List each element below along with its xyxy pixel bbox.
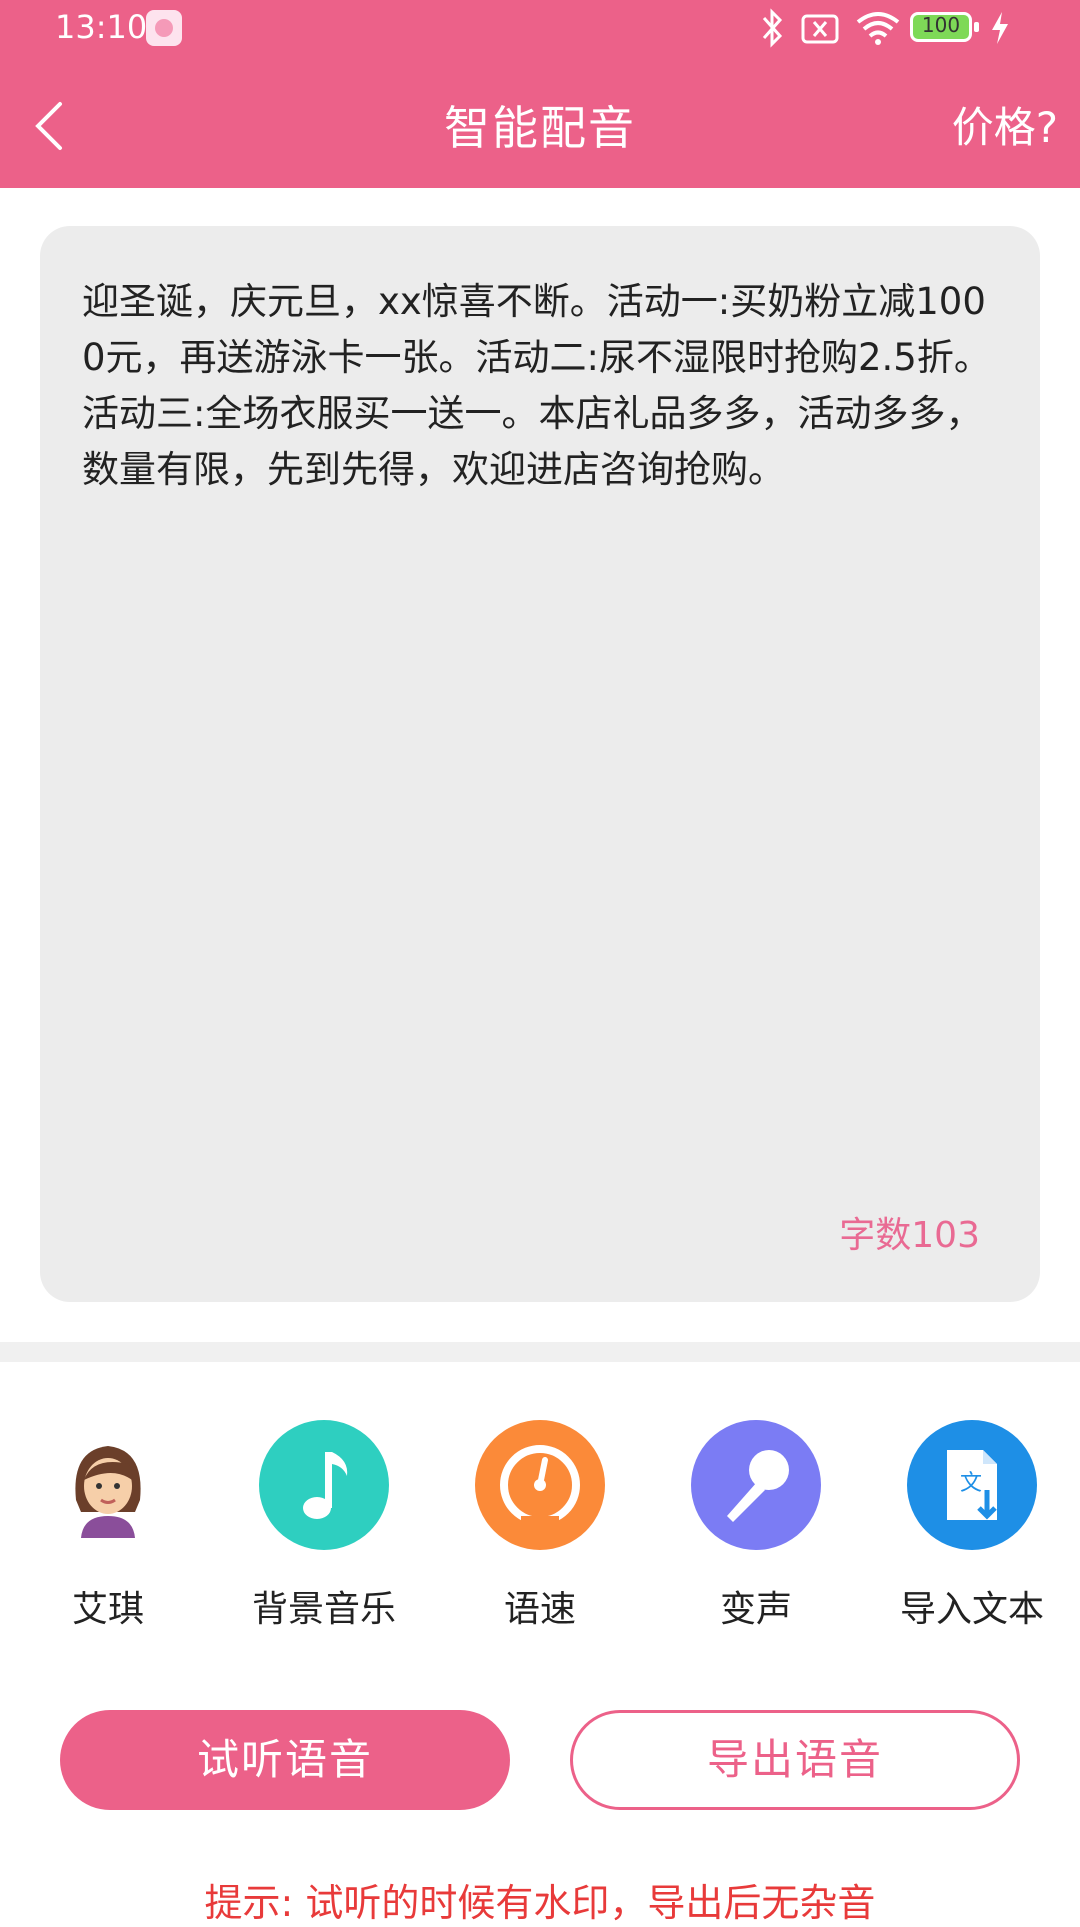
dubbing-text[interactable]: 迎圣诞，庆元旦，xx惊喜不断。活动一:买奶粉立减1000元，再送游泳卡一张。活动… bbox=[82, 274, 1002, 498]
status-time: 13:10 bbox=[55, 8, 148, 46]
battery-tip bbox=[974, 22, 979, 32]
music-note-icon bbox=[259, 1420, 389, 1550]
tool-label-import: 导入文本 bbox=[899, 1589, 1044, 1630]
export-voice-button[interactable]: 导出语音 bbox=[570, 1710, 1020, 1810]
bluetooth-icon bbox=[762, 8, 783, 48]
status-bar: 13:10 100 bbox=[0, 0, 1080, 56]
tool-label-voice: 艾琪 bbox=[71, 1589, 144, 1630]
tool-label-voice-change: 变声 bbox=[719, 1589, 792, 1630]
import-document-icon: 文 bbox=[907, 1420, 1037, 1550]
speedometer-icon bbox=[475, 1420, 605, 1550]
tool-import-text[interactable]: 文 导入文本 bbox=[864, 1420, 1080, 1632]
text-editor-panel[interactable]: 迎圣诞，庆元旦，xx惊喜不断。活动一:买奶粉立减1000元，再送游泳卡一张。活动… bbox=[40, 226, 1040, 1302]
tool-voice-change[interactable]: 变声 bbox=[648, 1420, 864, 1632]
battery-level: 100 bbox=[921, 13, 961, 37]
sim-none-icon bbox=[801, 14, 839, 44]
tool-background-music[interactable]: 背景音乐 bbox=[216, 1420, 432, 1632]
tool-label-music: 背景音乐 bbox=[251, 1589, 396, 1630]
char-count: 字数103 bbox=[839, 1215, 980, 1256]
tool-label-speed: 语速 bbox=[503, 1589, 576, 1630]
price-link[interactable]: 价格? bbox=[952, 94, 1058, 155]
top-header: 13:10 100 智能配音 价格? bbox=[0, 0, 1080, 188]
tool-voice-select[interactable]: 艾琪 bbox=[0, 1420, 216, 1632]
app-notification-icon bbox=[146, 10, 182, 46]
battery-icon: 100 bbox=[910, 12, 972, 42]
preview-voice-button[interactable]: 试听语音 bbox=[60, 1710, 510, 1810]
wifi-icon bbox=[856, 12, 900, 45]
hint-text: 提示: 试听的时候有水印，导出后无杂音 bbox=[204, 1881, 876, 1925]
microphone-icon bbox=[691, 1420, 821, 1550]
voice-avatar-icon bbox=[43, 1420, 173, 1550]
page-title: 智能配音 bbox=[444, 101, 636, 155]
svg-text:文: 文 bbox=[960, 1471, 982, 1496]
tool-speed[interactable]: 语速 bbox=[432, 1420, 648, 1632]
section-divider bbox=[0, 1342, 1080, 1362]
charging-icon bbox=[992, 12, 1008, 44]
status-icons: 100 bbox=[760, 8, 1040, 48]
